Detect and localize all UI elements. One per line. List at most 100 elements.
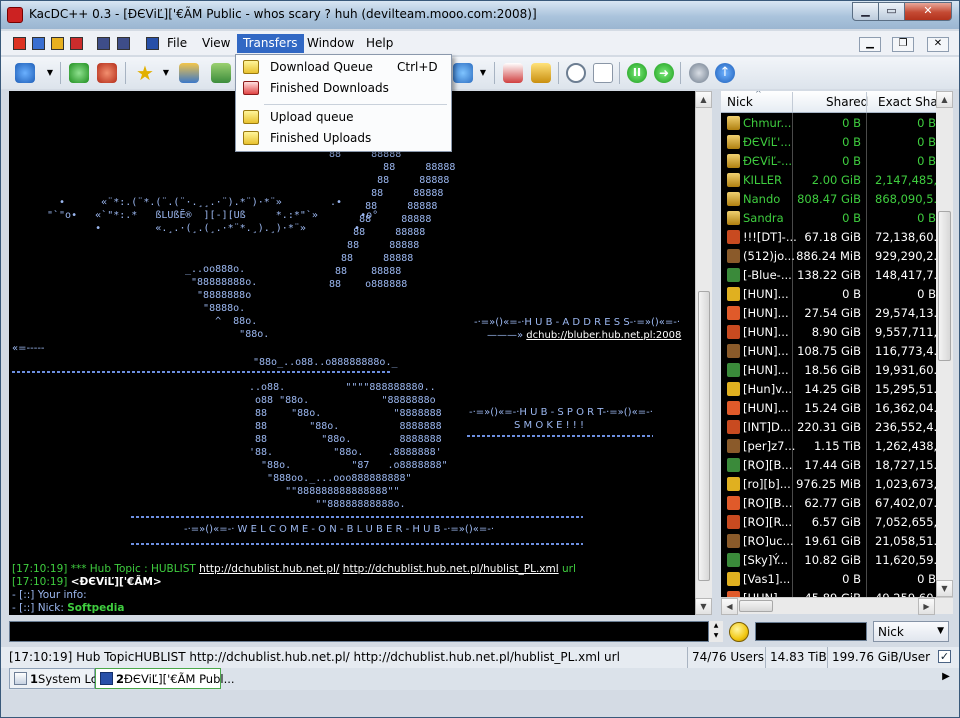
user-row[interactable]: !!![DT]-...67.18 GiB72,138,60... [721, 228, 936, 247]
user-exact: 9,557,711,... [875, 325, 936, 339]
maximize-button[interactable]: ▭ [878, 2, 905, 21]
show-users-checkbox[interactable]: ✓ [938, 650, 951, 663]
menu-finished-uploads[interactable]: Finished Uploads [238, 128, 449, 149]
user-list-vscrollbar[interactable]: ▲ ▼ [936, 91, 953, 597]
user-row[interactable]: [RO]uc...19.61 GiB21,058,51... [721, 532, 936, 551]
user-row[interactable]: [HUN]...27.54 GiB29,574,13... [721, 304, 936, 323]
tab-system-log[interactable]: 1System Log [9, 668, 105, 689]
user-row[interactable]: [HUN]...18.56 GiB19,931,60... [721, 361, 936, 380]
scroll-down-icon[interactable]: ▼ [936, 580, 953, 597]
user-row[interactable]: [RO][B...62.77 GiB67,402,07... [721, 494, 936, 513]
user-row[interactable]: ÐЄViĽ-... 0 B0 B [721, 152, 936, 171]
update-arrow-icon[interactable]: ↑ [715, 63, 735, 83]
close-button[interactable]: ✕ [904, 2, 952, 21]
mdi-restore-icon[interactable] [51, 37, 64, 50]
favorites-dropdown-icon[interactable]: ▼ [161, 63, 171, 83]
menu-transfers[interactable]: Transfers [237, 34, 304, 53]
chat-line: [17:10:19] *** Hub Topic : HUBLIST http:… [12, 563, 576, 575]
reconnect-icon[interactable] [69, 63, 89, 83]
user-row[interactable]: Nando808.47 GiB868,090,5... [721, 190, 936, 209]
favorite-users-icon[interactable] [179, 63, 199, 83]
column-exact-share[interactable]: Exact Share [878, 95, 936, 109]
menu-upload-queue[interactable]: Upload queue [238, 107, 449, 128]
cascade-window-icon[interactable] [117, 37, 130, 50]
menu-help[interactable]: Help [360, 34, 399, 53]
chat-nick[interactable]: <ÐЄViĽ]['€ÃM> [71, 576, 162, 588]
user-row[interactable]: [Sky]Ý...10.82 GiB11,620,59... [721, 551, 936, 570]
tile-window-icon[interactable] [97, 37, 110, 50]
user-row[interactable]: [HUN]...45.89 GiB49,259,60... [721, 589, 936, 597]
connect-dropdown-icon[interactable]: ▼ [45, 63, 55, 83]
user-shared: 886.24 MiB [796, 249, 861, 263]
settings-gear-icon[interactable] [689, 63, 709, 83]
stats-icon[interactable] [211, 63, 231, 83]
user-row[interactable]: [HUN]...108.75 GiB116,773,4... [721, 342, 936, 361]
user-row[interactable]: [per]z7...1.15 TiB1,262,438,... [721, 437, 936, 456]
chat-link[interactable]: http://dchublist.hub.net.pl/hublist_PL.x… [343, 563, 559, 575]
user-row[interactable]: [HUN]...15.24 GiB16,362,04... [721, 399, 936, 418]
minimize-button[interactable]: ▁ [852, 2, 879, 21]
user-row[interactable]: ÐЄViĽ'... 0 B0 B [721, 133, 936, 152]
menu-window[interactable]: Window [301, 34, 360, 53]
connect-icon[interactable] [15, 63, 35, 83]
chat-link[interactable]: http://dchublist.hub.net.pl/ [199, 563, 339, 575]
user-row[interactable]: [RO][B...17.44 GiB18,727,15... [721, 456, 936, 475]
user-list-hscrollbar[interactable]: ◀ ▶ [721, 597, 953, 615]
scroll-up-icon[interactable]: ▲ [695, 91, 712, 108]
pause-icon[interactable]: II [627, 63, 647, 83]
adl-search-icon[interactable] [531, 63, 551, 83]
column-nick[interactable]: Nick [727, 95, 753, 109]
mdi-close-button[interactable]: ✕ [927, 37, 949, 52]
scroll-thumb[interactable] [938, 211, 951, 361]
scroll-thumb[interactable] [739, 600, 773, 612]
follow-redirect-icon[interactable] [97, 63, 117, 83]
tab-hub[interactable]: 2ÐЄViĽ]['€ÃM Publ... [95, 668, 235, 689]
user-row[interactable]: [-Blue-...138.22 GiB148,417,7... [721, 266, 936, 285]
user-row[interactable]: [RO][R...6.57 GiB7,052,655,... [721, 513, 936, 532]
tab-scroll-icon[interactable]: ▶ [939, 671, 953, 687]
chat-nick[interactable]: Softpedia [67, 602, 124, 614]
mdi-maximize-button[interactable]: ❐ [892, 37, 914, 52]
search-spy-icon[interactable] [503, 63, 523, 83]
filter-column-select[interactable]: Nick ▼ [873, 621, 949, 642]
user-row[interactable]: [Hun]v...14.25 GiB15,295,51... [721, 380, 936, 399]
scroll-up-icon[interactable]: ▲ [936, 91, 953, 108]
title-bar[interactable]: KacDC++ 0.3 - [ÐЄViĽ]['€ÃM Public - whos… [1, 1, 959, 29]
notepad-icon[interactable] [566, 63, 586, 83]
user-row[interactable]: Sandra 0 B0 B [721, 209, 936, 228]
menu-view[interactable]: View [196, 34, 236, 53]
user-row[interactable]: (512)jo...886.24 MiB929,290,2... [721, 247, 936, 266]
hub-status-icon[interactable] [13, 37, 26, 50]
menu-finished-downloads[interactable]: Finished Downloads [238, 78, 449, 99]
mdi-close-icon[interactable] [32, 37, 45, 50]
favorites-star-icon[interactable]: ★ [135, 63, 155, 83]
column-shared[interactable]: Shared [826, 95, 868, 109]
chat-scrollbar[interactable]: ▲ ▼ [695, 91, 712, 615]
app-icon[interactable] [7, 7, 23, 23]
scroll-left-icon[interactable]: ◀ [721, 598, 738, 615]
user-row[interactable]: [INT]D...220.31 GiB236,552,4... [721, 418, 936, 437]
scroll-thumb[interactable] [698, 291, 710, 581]
mdi-stop-icon[interactable] [70, 37, 83, 50]
away-icon[interactable] [593, 63, 613, 83]
menu-file[interactable]: File [161, 34, 193, 53]
user-row[interactable]: KILLER2.00 GiB2,147,485,... [721, 171, 936, 190]
emoticon-button[interactable] [729, 622, 749, 642]
message-input[interactable] [9, 621, 709, 642]
user-row[interactable]: Chmur... 0 B0 B [721, 114, 936, 133]
refresh-icon[interactable] [453, 63, 473, 83]
scroll-down-icon[interactable]: ▼ [695, 598, 712, 615]
forward-icon[interactable]: ➜ [654, 63, 674, 83]
scroll-right-icon[interactable]: ▶ [918, 598, 935, 615]
refresh-dropdown-icon[interactable]: ▼ [478, 63, 488, 83]
user-filter-input[interactable] [755, 622, 867, 641]
message-input-scroll[interactable]: ▲ ▼ [709, 621, 723, 642]
user-row[interactable]: [ro][b]...976.25 MiB1,023,673,... [721, 475, 936, 494]
mdi-minimize-button[interactable]: ▁ [859, 37, 881, 52]
menu-download-queue[interactable]: Download Queue Ctrl+D [238, 57, 449, 78]
user-row[interactable]: [Vas1]... 0 B0 B [721, 570, 936, 589]
hub-address-link[interactable]: dchub://bluber.hub.net.pl:2008 [526, 330, 681, 341]
user-row[interactable]: [HUN]...8.90 GiB9,557,711,... [721, 323, 936, 342]
user-row[interactable]: [HUN]... 0 B0 B [721, 285, 936, 304]
chat-area[interactable]: 88 88888 88 88888 88 88888 88 88888 88 8… [9, 91, 695, 615]
